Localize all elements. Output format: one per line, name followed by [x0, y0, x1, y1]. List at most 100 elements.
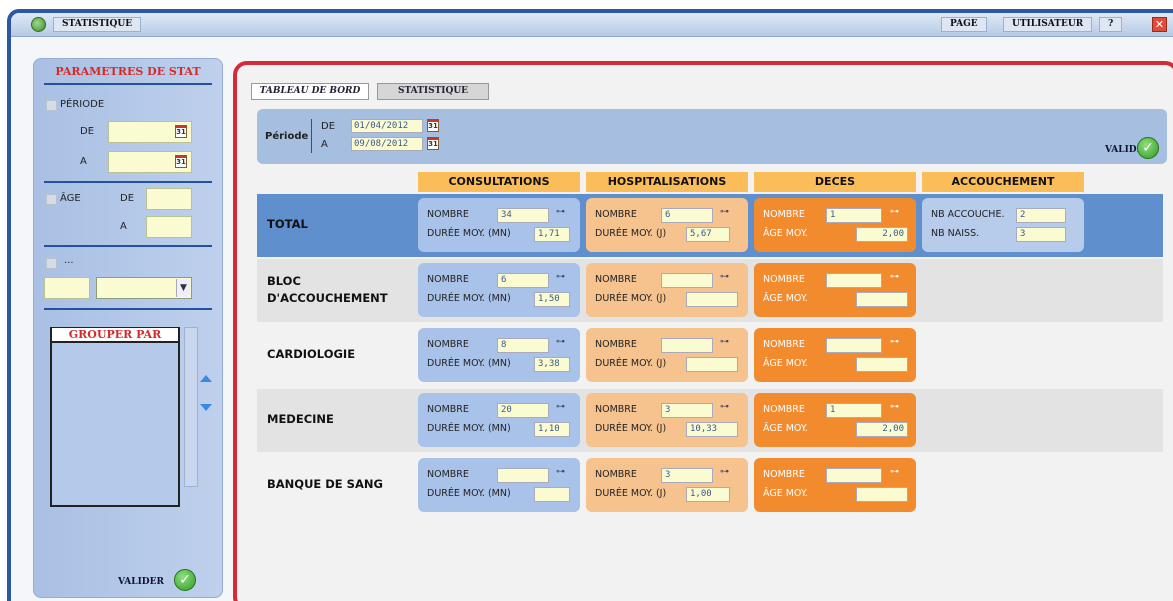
- row-label: CARDIOLOGIE: [267, 347, 356, 361]
- deces-card: NOMBRE ⊶ ÂGE MOY.: [754, 328, 916, 382]
- age-a-input[interactable]: [146, 216, 192, 238]
- consult-duree-field[interactable]: 1,10: [534, 422, 570, 437]
- extra-input[interactable]: [44, 277, 90, 299]
- deces-nombre-field[interactable]: 1: [826, 403, 882, 418]
- consult-card: NOMBRE 6 ⊶ DURÉE MOY. (MN) 1,50: [418, 263, 580, 317]
- eye-icon[interactable]: ⊶: [556, 402, 565, 412]
- consult-card: NOMBRE ⊶ DURÉE MOY. (MN): [418, 458, 580, 512]
- tab-tableau-de-bord[interactable]: TABLEAU DE BORD: [251, 83, 369, 100]
- eye-icon[interactable]: ⊶: [720, 337, 729, 347]
- deces-nombre-field[interactable]: [826, 273, 882, 288]
- chevron-down-icon[interactable]: ▼: [176, 279, 190, 297]
- eye-icon[interactable]: ⊶: [556, 467, 565, 477]
- nombre-label: NOMBRE: [595, 339, 637, 350]
- calendar-icon[interactable]: 31: [175, 155, 187, 168]
- check-icon[interactable]: ✓: [1137, 137, 1159, 159]
- hosp-duree-field[interactable]: [686, 292, 738, 307]
- hosp-duree-field[interactable]: 1,00: [686, 487, 730, 502]
- hosp-card: NOMBRE 3 ⊶ DURÉE MOY. (J) 10,33: [586, 393, 748, 447]
- nb-accouche-field[interactable]: 2: [1016, 208, 1066, 223]
- duree-label: DURÉE MOY. (J): [595, 228, 667, 239]
- nombre-label: NOMBRE: [427, 274, 469, 285]
- deces-age-field[interactable]: 2,00: [856, 422, 908, 437]
- nb-naiss-field[interactable]: 3: [1016, 227, 1066, 242]
- calendar-icon[interactable]: 31: [427, 119, 439, 132]
- divider: [44, 83, 212, 85]
- hosp-duree-field[interactable]: [686, 357, 738, 372]
- group-by-title: GROUPER PAR: [52, 328, 178, 343]
- period-a-input[interactable]: 09/08/2012: [351, 137, 423, 151]
- eye-icon[interactable]: ⊶: [720, 402, 729, 412]
- eye-icon[interactable]: ⊶: [556, 207, 565, 217]
- consult-nombre-field[interactable]: 20: [497, 403, 549, 418]
- arrow-down-icon[interactable]: [200, 404, 212, 411]
- divider: [311, 119, 312, 153]
- nombre-label: NOMBRE: [763, 274, 805, 285]
- col-deces: DECES: [754, 172, 916, 192]
- tab-statistique[interactable]: STATISTIQUE: [377, 83, 489, 100]
- consult-nombre-field[interactable]: [497, 468, 549, 483]
- deces-nombre-field[interactable]: 1: [826, 208, 882, 223]
- group-by-scrollbar[interactable]: [184, 327, 198, 487]
- eye-icon[interactable]: ⊶: [890, 207, 899, 217]
- calendar-icon[interactable]: 31: [175, 125, 187, 138]
- eye-icon[interactable]: ⊶: [890, 337, 899, 347]
- divider: [44, 245, 212, 247]
- eye-icon[interactable]: ⊶: [720, 272, 729, 282]
- eye-icon[interactable]: ⊶: [720, 467, 729, 477]
- menu-help[interactable]: ?: [1099, 17, 1123, 32]
- consult-nombre-field[interactable]: 8: [497, 338, 549, 353]
- consult-duree-field[interactable]: 3,38: [534, 357, 570, 372]
- hosp-nombre-field[interactable]: 3: [661, 468, 713, 483]
- periode-de-input[interactable]: 31: [108, 121, 192, 143]
- period-de-input[interactable]: 01/04/2012: [351, 119, 423, 133]
- menu-page[interactable]: PAGE: [941, 17, 987, 32]
- consult-nombre-field[interactable]: 6: [497, 273, 549, 288]
- age-label: ÂGE MOY.: [763, 293, 808, 304]
- deces-nombre-field[interactable]: [826, 338, 882, 353]
- hosp-duree-field[interactable]: 10,33: [686, 422, 738, 437]
- age-label: ÂGE MOY.: [763, 423, 808, 434]
- calendar-icon[interactable]: 31: [427, 137, 439, 150]
- hosp-card: NOMBRE ⊶ DURÉE MOY. (J): [586, 263, 748, 317]
- periode-checkbox[interactable]: [46, 100, 57, 111]
- left-valider-label[interactable]: VALIDER: [118, 577, 164, 587]
- col-hospitalisations: HOSPITALISATIONS: [586, 172, 748, 192]
- age-de-input[interactable]: [146, 188, 192, 210]
- extra-select[interactable]: ▼: [96, 277, 192, 299]
- eye-icon[interactable]: ⊶: [720, 207, 729, 217]
- deces-age-field[interactable]: [856, 292, 908, 307]
- eye-icon[interactable]: ⊶: [556, 337, 565, 347]
- deces-nombre-field[interactable]: [826, 468, 882, 483]
- consult-duree-field[interactable]: [534, 487, 570, 502]
- group-by-list[interactable]: GROUPER PAR: [50, 327, 180, 507]
- eye-icon[interactable]: ⊶: [890, 467, 899, 477]
- hosp-duree-field[interactable]: 5,67: [686, 227, 730, 242]
- consult-duree-field[interactable]: 1,71: [534, 227, 570, 242]
- check-icon[interactable]: ✓: [174, 569, 196, 591]
- close-icon[interactable]: ✕: [1152, 17, 1167, 32]
- hosp-nombre-field[interactable]: 6: [661, 208, 713, 223]
- eye-icon[interactable]: ⊶: [556, 272, 565, 282]
- period-de-label: DE: [321, 121, 336, 132]
- consult-nombre-field[interactable]: 34: [497, 208, 549, 223]
- deces-age-field[interactable]: 2,00: [856, 227, 908, 242]
- deces-age-field[interactable]: [856, 357, 908, 372]
- eye-icon[interactable]: ⊶: [890, 402, 899, 412]
- eye-icon[interactable]: ⊶: [890, 272, 899, 282]
- age-checkbox[interactable]: [46, 194, 57, 205]
- hosp-nombre-field[interactable]: [661, 338, 713, 353]
- consult-card: NOMBRE 8 ⊶ DURÉE MOY. (MN) 3,38: [418, 328, 580, 382]
- period-a-label: A: [321, 139, 328, 150]
- col-accouchement: ACCOUCHEMENT: [922, 172, 1084, 192]
- consult-duree-field[interactable]: 1,50: [534, 292, 570, 307]
- hosp-nombre-field[interactable]: [661, 273, 713, 288]
- divider: [44, 181, 212, 183]
- extra-checkbox[interactable]: [46, 258, 57, 269]
- deces-age-field[interactable]: [856, 487, 908, 502]
- hosp-nombre-field[interactable]: 3: [661, 403, 713, 418]
- nombre-label: NOMBRE: [595, 404, 637, 415]
- periode-a-input[interactable]: 31: [108, 151, 192, 173]
- menu-utilisateur[interactable]: UTILISATEUR: [1003, 17, 1093, 32]
- arrow-up-icon[interactable]: [200, 375, 212, 382]
